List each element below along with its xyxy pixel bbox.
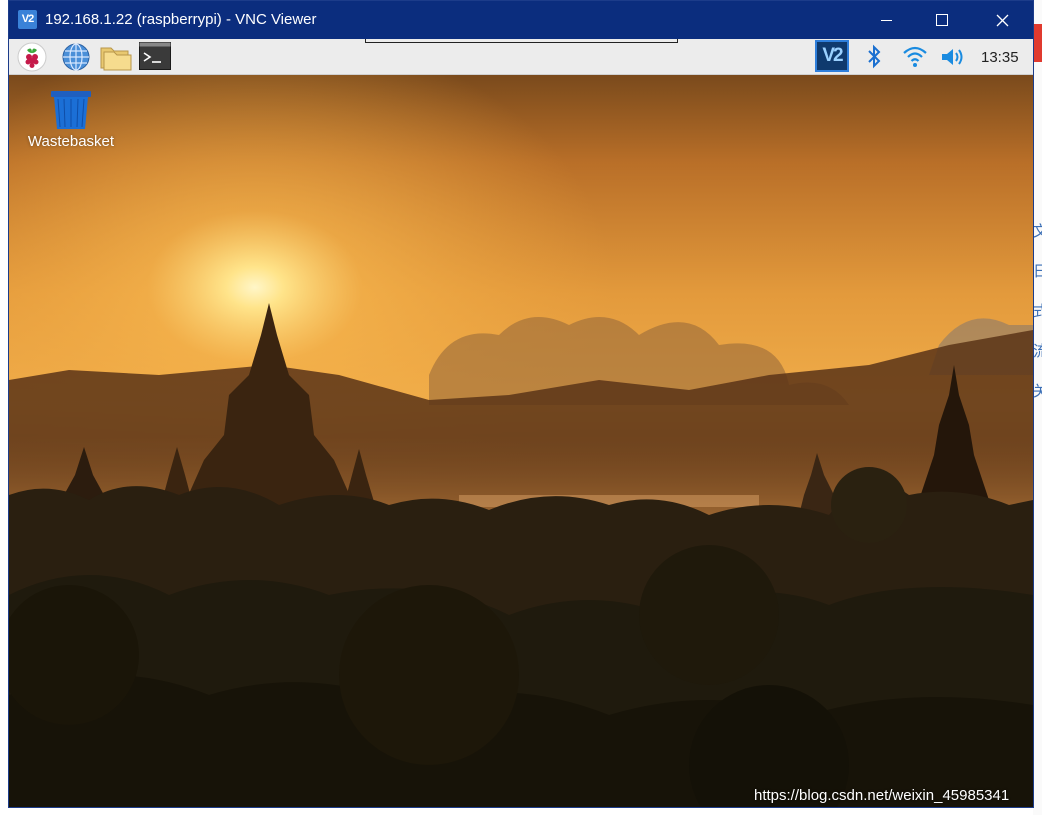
- bluetooth-icon: [868, 44, 881, 69]
- web-browser-icon: [62, 43, 90, 71]
- background-text: 式: [1033, 303, 1042, 320]
- watermark-text: https://blog.csdn.net/weixin_45985341: [754, 787, 1010, 804]
- minimize-button[interactable]: [863, 1, 909, 39]
- vnc-viewer-window: V2 192.168.1.22 (raspberrypi) - VNC View…: [8, 0, 1034, 808]
- web-browser-button[interactable]: [61, 42, 91, 72]
- wifi-button[interactable]: [901, 42, 929, 72]
- terminal-icon: [139, 42, 171, 70]
- background-text: 日: [1033, 263, 1042, 280]
- minimize-icon: [880, 19, 892, 21]
- wifi-icon: [903, 46, 927, 67]
- background-text: 文: [1033, 223, 1042, 240]
- terminal-button[interactable]: [139, 42, 171, 72]
- file-manager-button[interactable]: [99, 42, 132, 72]
- sunset-temples-wallpaper: [9, 75, 1033, 807]
- raspberry-pi-menu-button[interactable]: [17, 42, 47, 72]
- volume-button[interactable]: [939, 42, 969, 72]
- window-title: 192.168.1.22 (raspberrypi) - VNC Viewer: [45, 11, 317, 28]
- vnc-viewer-app-icon: V2: [18, 10, 37, 29]
- desktop-wallpaper[interactable]: Wastebasket: [9, 75, 1033, 807]
- vnc-server-icon[interactable]: V2: [815, 40, 849, 72]
- taskbar-window-button[interactable]: [365, 39, 678, 43]
- background-text: 流: [1033, 343, 1042, 360]
- trash-icon: [51, 91, 91, 129]
- close-icon: [996, 14, 1008, 26]
- desktop-icon-wastebasket[interactable]: Wastebasket: [23, 89, 119, 150]
- background-badge: [1034, 24, 1042, 62]
- maximize-icon: [936, 14, 948, 26]
- panel-clock[interactable]: 13:35: [981, 49, 1019, 66]
- background-window: [1033, 0, 1042, 815]
- desktop-icon-label: Wastebasket: [27, 133, 115, 150]
- raspberry-pi-panel: V2 13:35: [9, 39, 1033, 75]
- title-bar[interactable]: V2 192.168.1.22 (raspberrypi) - VNC View…: [9, 1, 1033, 39]
- file-manager-icon: [100, 47, 132, 71]
- bluetooth-button[interactable]: [864, 42, 884, 72]
- raspberry-pi-menu-icon: [17, 42, 47, 72]
- close-button[interactable]: [979, 1, 1025, 39]
- volume-icon: [942, 49, 963, 65]
- background-text: 关: [1033, 383, 1042, 400]
- maximize-button[interactable]: [919, 1, 965, 39]
